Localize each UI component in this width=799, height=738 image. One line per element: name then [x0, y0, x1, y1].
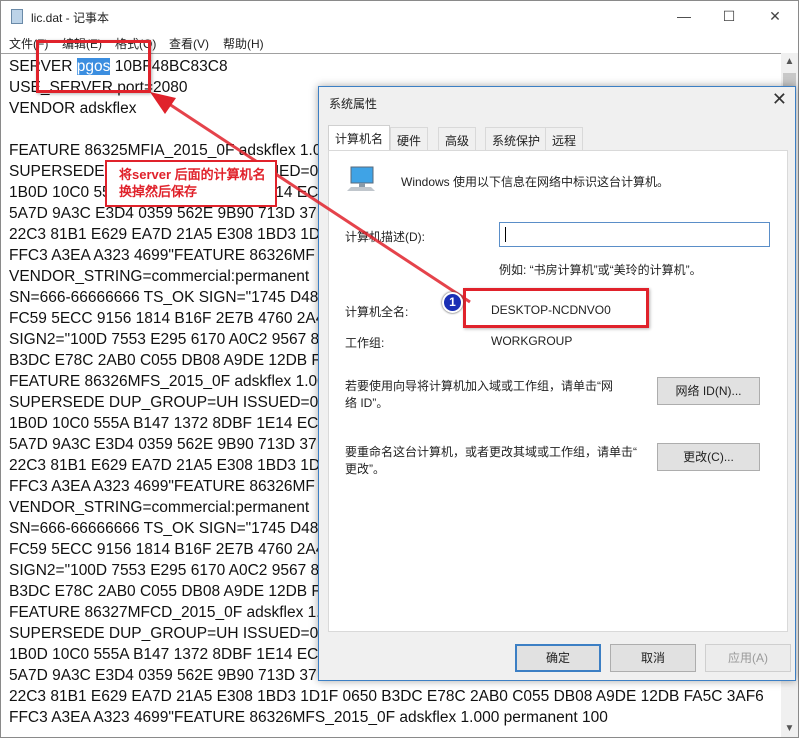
text-line: FFC3 A3EA A323 4699"FEATURE 86326MF — [9, 247, 315, 264]
callout-line-1: 将server 后面的计算机名 — [119, 167, 266, 182]
dialog-title: 系统属性 — [329, 97, 378, 111]
ok-button[interactable]: 确定 — [515, 644, 601, 672]
computer-icon — [347, 166, 375, 191]
step-badge: 1 — [442, 292, 463, 313]
text-line: 22C3 81B1 E629 EA7D 21A5 E308 1BD3 1D1 — [9, 457, 329, 474]
rename-text-2: 更改”。 — [345, 462, 385, 476]
description-label: 计算机描述(D): — [345, 230, 425, 244]
tab-computer-name[interactable]: 计算机名 — [328, 125, 391, 151]
text-line: VENDOR_STRING=commercial:permanent — [9, 499, 310, 516]
text-line: SIGN2="100D 7553 E295 6170 A0C2 9567 8 — [9, 562, 320, 579]
tab-system-protection[interactable]: 系统保护 — [485, 127, 548, 150]
title-bar: lic.dat - 记事本 — ☐ ✕ — [1, 1, 798, 32]
tab-remote[interactable]: 远程 — [545, 127, 584, 150]
text-line: SUPERSEDE DUP_GROUP=UH ISSUED=01- — [9, 394, 333, 411]
menu-help[interactable]: 帮助(H) — [223, 35, 264, 52]
text-line: VENDOR adskflex — [9, 100, 137, 117]
text-line: 5A7D 9A3C E3D4 0359 562E 9B90 713D 37 — [9, 667, 317, 684]
text-line: SUPERSEDE DUP_GROUP=UH ISSUED=01- — [9, 625, 333, 642]
text-caret — [505, 227, 506, 242]
example-text: 例如: “书房计算机”或“美玲的计算机”。 — [499, 263, 702, 277]
text-line: B3DC E78C 2AB0 C055 DB08 A9DE 12DB F — [9, 352, 321, 369]
tab-hardware[interactable]: 硬件 — [390, 127, 429, 150]
network-id-text: 若要使用向导将计算机加入域或工作组，请单击“网 — [345, 379, 613, 393]
text-line: 5A7D 9A3C E3D4 0359 562E 9B90 713D 37 — [9, 436, 317, 453]
system-properties-dialog: 系统属性 ✕ 计算机名 硬件 高级 系统保护 远程 Windows 使用以下信息… — [318, 86, 796, 681]
text-line: 22C3 81B1 E629 EA7D 21A5 E308 1BD3 1D1F … — [9, 688, 764, 705]
workgroup-value: WORKGROUP — [491, 334, 573, 348]
network-id-text-2: 络 ID”。 — [345, 396, 389, 410]
maximize-button[interactable]: ☐ — [709, 5, 749, 27]
dialog-close-icon[interactable]: ✕ — [772, 89, 787, 110]
tab-panel: Windows 使用以下信息在网络中标识这台计算机。 计算机描述(D): 例如:… — [328, 150, 788, 632]
change-button[interactable]: 更改(C)... — [657, 443, 760, 471]
text-line: B3DC E78C 2AB0 C055 DB08 A9DE 12DB F — [9, 583, 321, 600]
intro-text: Windows 使用以下信息在网络中标识这台计算机。 — [401, 175, 670, 189]
text-line: 22C3 81B1 E629 EA7D 21A5 E308 1BD3 1D1 — [9, 226, 329, 243]
text-line: SN=666-66666666 TS_OK SIGN="1745 D48 — [9, 289, 319, 306]
text-line: FEATURE 86325MFIA_2015_0F adskflex 1.00 — [9, 142, 331, 159]
text-line: FFC3 A3EA A323 4699"FEATURE 86326MFS_201… — [9, 709, 608, 726]
cancel-button[interactable]: 取消 — [610, 644, 696, 672]
server-name-highlight — [36, 40, 151, 93]
text-line: SIGN2="100D 7553 E295 6170 A0C2 9567 8 — [9, 331, 320, 348]
notepad-icon — [11, 9, 23, 24]
text-line: 1B0D 10C0 555A B147 1372 8DBF 1E14 ECFC — [9, 415, 340, 432]
full-name-label: 计算机全名: — [345, 305, 409, 319]
text-line: FC59 5ECC 9156 1814 B16F 2E7B 4760 2A4 — [9, 310, 325, 327]
window-title: lic.dat - 记事本 — [31, 11, 110, 25]
text-line: FC59 5ECC 9156 1814 B16F 2E7B 4760 2A4 — [9, 541, 325, 558]
close-button[interactable]: ✕ — [755, 5, 795, 27]
computer-description-input[interactable] — [499, 222, 770, 247]
text-line: FEATURE 86327MFCD_2015_0F adskflex 1.0 — [9, 604, 330, 621]
text-line: FEATURE 86326MFS_2015_0F adskflex 1.000 — [9, 373, 335, 390]
tab-advanced[interactable]: 高级 — [438, 127, 477, 150]
workgroup-label: 工作组: — [345, 336, 385, 350]
network-id-button[interactable]: 网络 ID(N)... — [657, 377, 760, 405]
scroll-down-icon[interactable]: ▼ — [781, 720, 798, 737]
annotation-callout: 将server 后面的计算机名 换掉然后保存 — [105, 160, 277, 207]
rename-text: 要重命名这台计算机，或者更改其域或工作组，请单击“ — [345, 445, 637, 459]
text-line: 1B0D 10C0 555A B147 1372 8DBF 1E14 ECFC — [9, 646, 340, 663]
minimize-button[interactable]: — — [664, 5, 704, 27]
callout-line-2: 换掉然后保存 — [119, 184, 198, 199]
text-line: SN=666-66666666 TS_OK SIGN="1745 D48 — [9, 520, 319, 537]
scroll-up-icon[interactable]: ▲ — [781, 53, 798, 70]
text-line: VENDOR_STRING=commercial:permanent — [9, 268, 310, 285]
text-line: FFC3 A3EA A323 4699"FEATURE 86326MF — [9, 478, 315, 495]
apply-button[interactable]: 应用(A) — [705, 644, 791, 672]
full-name-highlight — [463, 288, 649, 328]
menu-view[interactable]: 查看(V) — [169, 35, 209, 52]
